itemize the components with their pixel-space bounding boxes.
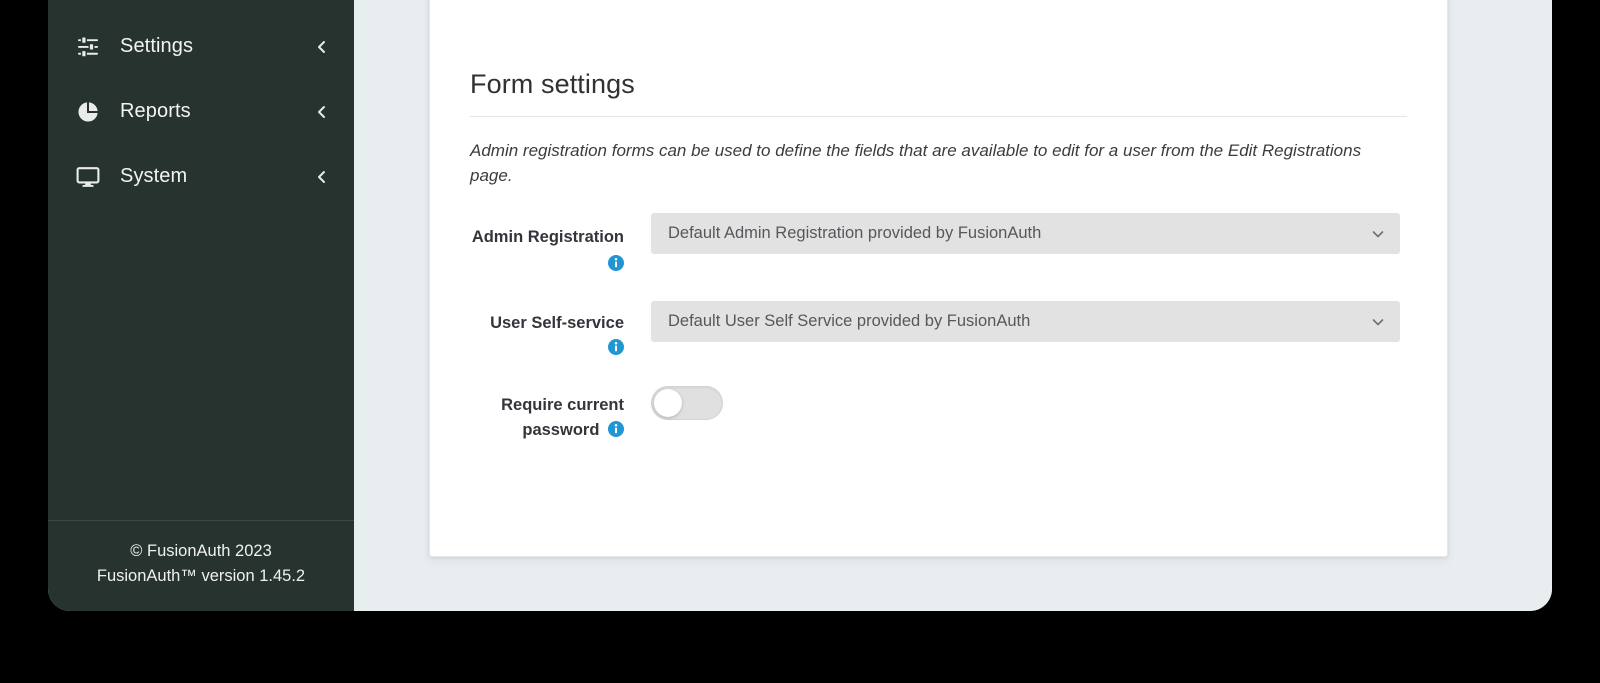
app-viewport: Settings Reports System © FusionAuth 202… (48, 0, 1552, 611)
pie-chart-icon (76, 100, 106, 124)
sidebar-item-reports[interactable]: Reports (48, 79, 354, 144)
footer-copyright: © FusionAuth 2023 (130, 542, 272, 560)
admin-registration-select[interactable]: Default Admin Registration provided by F… (651, 213, 1400, 254)
admin-registration-select-value: Default Admin Registration provided by F… (668, 224, 1042, 242)
field-control-admin-registration: Default Admin Registration provided by F… (651, 213, 1407, 254)
sidebar-item-label: Settings (120, 35, 194, 57)
field-label-text: User Self-service (490, 314, 624, 332)
field-label-admin-registration: Admin Registration (470, 213, 651, 279)
sidebar-item-label: System (120, 165, 188, 187)
info-icon[interactable] (608, 339, 624, 355)
sliders-icon (76, 35, 106, 59)
sidebar: Settings Reports System © FusionAuth 202… (48, 0, 354, 611)
sidebar-footer: © FusionAuth 2023 FusionAuth™ version 1.… (48, 520, 354, 611)
toggle-knob (654, 389, 682, 417)
footer-version: FusionAuth™ version 1.45.2 (96, 567, 306, 585)
field-row-require-current-password: Require current password (470, 383, 1407, 443)
field-row-admin-registration: Admin Registration Default Admin Registr… (470, 213, 1407, 279)
main-content-region: Form settings Admin registration forms c… (354, 0, 1552, 611)
field-label-text: Admin Registration (471, 228, 624, 246)
info-icon[interactable] (470, 254, 624, 279)
field-row-user-self-service: User Self-service Default User Self Serv… (470, 301, 1407, 361)
sidebar-item-system[interactable]: System (48, 144, 354, 209)
user-self-service-select[interactable]: Default User Self Service provided by Fu… (651, 301, 1400, 342)
require-current-password-toggle[interactable] (651, 386, 723, 420)
field-control-require-current-password (651, 383, 1407, 420)
field-label-require-current-password: Require current password (470, 383, 651, 443)
form-settings-card: Form settings Admin registration forms c… (429, 0, 1448, 557)
chevron-down-icon[interactable] (1371, 227, 1385, 241)
info-icon[interactable] (608, 421, 624, 437)
monitor-icon (76, 165, 106, 189)
page-title: Form settings (470, 0, 1407, 117)
field-label-text: Require current password (501, 396, 624, 439)
field-label-user-self-service: User Self-service (470, 301, 651, 361)
chevron-down-icon[interactable] (1371, 315, 1385, 329)
sidebar-nav-list: Settings Reports System (48, 0, 354, 209)
field-control-user-self-service: Default User Self Service provided by Fu… (651, 301, 1407, 342)
chevron-left-icon[interactable] (312, 170, 332, 184)
form-rows: Admin Registration Default Admin Registr… (470, 213, 1407, 443)
section-description: Admin registration forms can be used to … (470, 141, 1362, 185)
sidebar-item-settings[interactable]: Settings (48, 14, 354, 79)
user-self-service-select-value: Default User Self Service provided by Fu… (668, 312, 1031, 330)
chevron-left-icon[interactable] (312, 105, 332, 119)
sidebar-item-label: Reports (120, 100, 191, 122)
chevron-left-icon[interactable] (312, 40, 332, 54)
